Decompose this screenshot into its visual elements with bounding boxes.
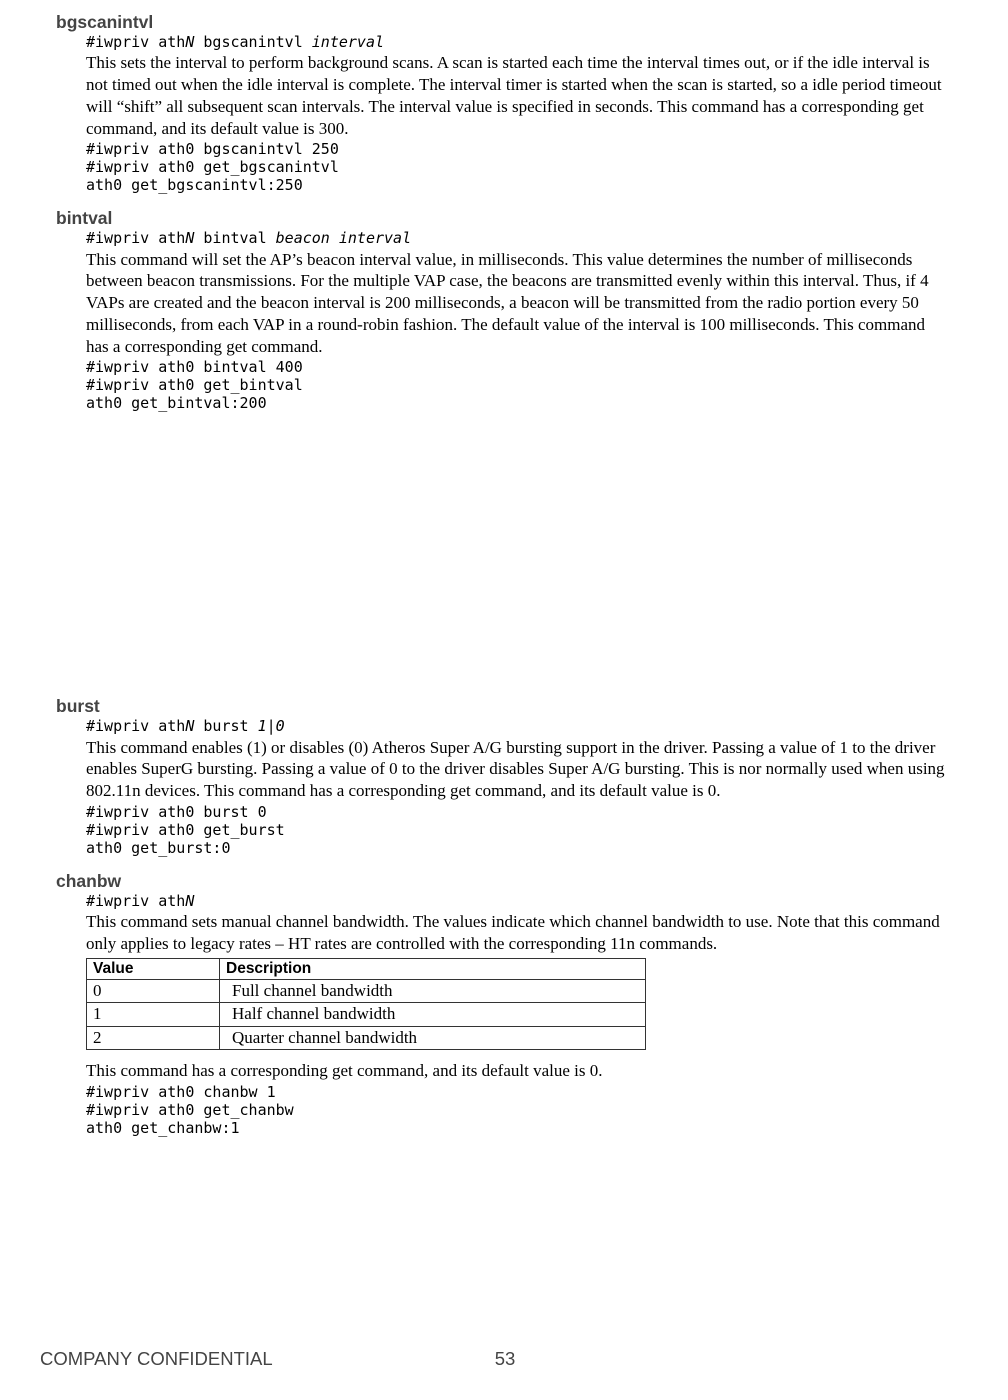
page-number: 53 xyxy=(495,1348,516,1370)
page-footer: COMPANY CONFIDENTIAL 53 xyxy=(40,1348,970,1370)
description-text-2: This command has a corresponding get com… xyxy=(86,1060,950,1082)
example-code: #iwpriv ath0 burst 0 #iwpriv ath0 get_bu… xyxy=(86,803,950,857)
section-body: #iwpriv athN bgscanintvl interval This s… xyxy=(86,33,950,194)
section-body: #iwpriv athN bintval beacon interval Thi… xyxy=(86,229,950,412)
description-text: This command enables (1) or disables (0)… xyxy=(86,737,950,802)
section-chanbw: chanbw #iwpriv athN This command sets ma… xyxy=(58,871,950,1137)
example-code: #iwpriv ath0 chanbw 1 #iwpriv ath0 get_c… xyxy=(86,1083,950,1137)
table-row: 2 Quarter channel bandwidth xyxy=(87,1026,646,1049)
col-desc-header: Description xyxy=(220,958,646,979)
syntax-line: #iwpriv athN bgscanintvl interval xyxy=(86,33,950,51)
description-text: This sets the interval to perform backgr… xyxy=(86,52,950,139)
description-text: This command will set the AP’s beacon in… xyxy=(86,249,950,358)
syntax-n: N xyxy=(185,892,194,910)
syntax-text: bintval xyxy=(194,229,275,247)
syntax-text: bgscanintvl xyxy=(194,33,311,51)
cell-desc: Quarter channel bandwidth xyxy=(220,1026,646,1049)
heading-bgscanintvl: bgscanintvl xyxy=(56,12,950,33)
syntax-line: #iwpriv athN bintval beacon interval xyxy=(86,229,950,247)
section-body: #iwpriv athN This command sets manual ch… xyxy=(86,892,950,1137)
heading-chanbw: chanbw xyxy=(56,871,950,892)
syntax-text: #iwpriv ath xyxy=(86,229,185,247)
cell-value: 2 xyxy=(87,1026,220,1049)
heading-burst: burst xyxy=(56,696,950,717)
table-row: 1 Half channel bandwidth xyxy=(87,1003,646,1026)
syntax-arg: beacon interval xyxy=(276,229,411,247)
cell-desc: Full channel bandwidth xyxy=(220,980,646,1003)
section-burst: burst #iwpriv athN burst 1|0 This comman… xyxy=(58,696,950,857)
value-description-table: Value Description 0 Full channel bandwid… xyxy=(86,958,646,1050)
footer-label: COMPANY CONFIDENTIAL xyxy=(40,1348,273,1369)
cell-value: 1 xyxy=(87,1003,220,1026)
cell-value: 0 xyxy=(87,980,220,1003)
cell-desc: Half channel bandwidth xyxy=(220,1003,646,1026)
page-content: bgscanintvl #iwpriv athN bgscanintvl int… xyxy=(0,0,1008,1137)
section-body: #iwpriv athN burst 1|0 This command enab… xyxy=(86,717,950,857)
syntax-arg: 1|0 xyxy=(258,717,285,735)
syntax-text: burst xyxy=(194,717,257,735)
table-header-row: Value Description xyxy=(87,958,646,979)
example-code: #iwpriv ath0 bintval 400 #iwpriv ath0 ge… xyxy=(86,358,950,412)
description-text: This command sets manual channel bandwid… xyxy=(86,911,950,955)
section-bintval: bintval #iwpriv athN bintval beacon inte… xyxy=(58,208,950,412)
section-bgscanintvl: bgscanintvl #iwpriv athN bgscanintvl int… xyxy=(58,12,950,194)
col-value-header: Value xyxy=(87,958,220,979)
heading-bintval: bintval xyxy=(56,208,950,229)
syntax-text: #iwpriv ath xyxy=(86,33,185,51)
syntax-line: #iwpriv athN xyxy=(86,892,950,910)
syntax-arg: interval xyxy=(312,33,384,51)
syntax-text: #iwpriv ath xyxy=(86,717,185,735)
spacer xyxy=(58,426,950,696)
table-row: 0 Full channel bandwidth xyxy=(87,980,646,1003)
syntax-line: #iwpriv athN burst 1|0 xyxy=(86,717,950,735)
example-code: #iwpriv ath0 bgscanintvl 250 #iwpriv ath… xyxy=(86,140,950,194)
syntax-text: #iwpriv ath xyxy=(86,892,185,910)
